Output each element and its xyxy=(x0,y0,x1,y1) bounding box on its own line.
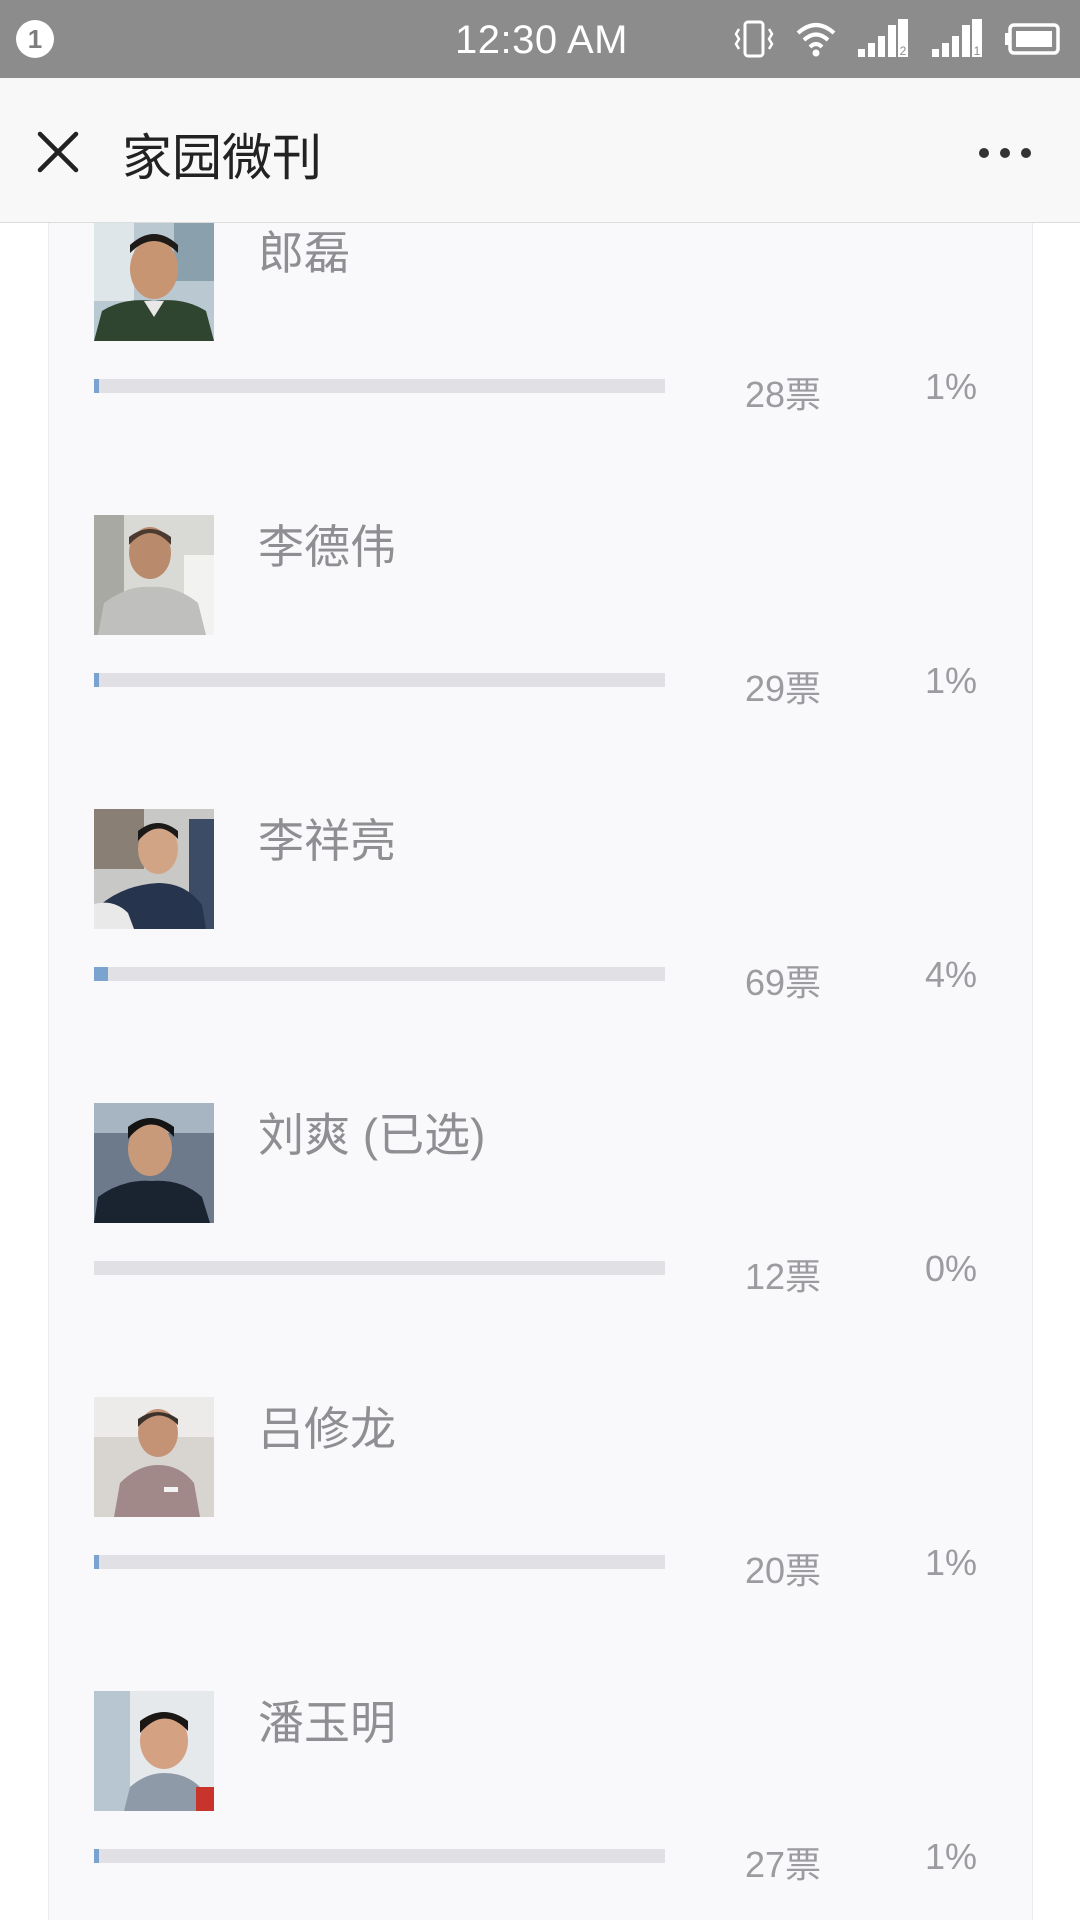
vote-count: 12票 xyxy=(744,1256,821,1297)
vote-count: 27票 xyxy=(744,1844,821,1885)
page-content[interactable]: 郎磊 28票 1% 李德伟 29票 1% 李祥亮 69票 4% 刘爽 (已选) … xyxy=(0,223,1080,1920)
status-bar: 1 12:30 AM 2 1 xyxy=(0,0,1080,78)
vote-percent: 1% xyxy=(924,1542,977,1583)
vote-bar-fill xyxy=(94,673,99,687)
vote-bar-fill xyxy=(94,1849,99,1863)
close-button[interactable] xyxy=(30,124,86,180)
status-icons: 2 1 xyxy=(732,16,1064,62)
avatar xyxy=(94,223,214,341)
close-icon xyxy=(37,131,79,173)
status-clock: 12:30 AM xyxy=(455,18,629,62)
candidate-name: 吕修龙 xyxy=(258,1403,396,1455)
vote-bar xyxy=(94,379,665,393)
vote-percent: 4% xyxy=(924,954,977,995)
vote-percent: 0% xyxy=(924,1248,977,1289)
signal-sim2-icon: 2 xyxy=(856,17,912,61)
candidate-name: 潘玉明 xyxy=(258,1697,396,1749)
candidate-name: 李祥亮 xyxy=(258,815,396,867)
poll-card: 郎磊 28票 1% 李德伟 29票 1% 李祥亮 69票 4% 刘爽 (已选) … xyxy=(48,223,1033,1920)
poll-option[interactable]: 李祥亮 69票 4% xyxy=(49,809,1032,1105)
vote-bar xyxy=(94,1849,665,1863)
avatar xyxy=(94,1103,214,1223)
poll-option[interactable]: 郎磊 28票 1% xyxy=(49,223,1032,517)
svg-text:2: 2 xyxy=(900,44,907,58)
svg-text:1: 1 xyxy=(974,44,981,58)
candidate-name: 李德伟 xyxy=(258,521,396,573)
vote-percent: 1% xyxy=(924,660,977,701)
notification-badge: 1 xyxy=(16,20,54,58)
vote-bar xyxy=(94,673,665,687)
avatar xyxy=(94,809,214,929)
poll-option-selected[interactable]: 刘爽 (已选) 12票 0% xyxy=(49,1103,1032,1399)
vote-count: 29票 xyxy=(744,668,821,709)
vote-percent: 1% xyxy=(924,366,977,407)
page-title: 家园微刊 xyxy=(122,130,322,186)
poll-option[interactable]: 李德伟 29票 1% xyxy=(49,515,1032,811)
vote-bar xyxy=(94,1261,665,1275)
vote-bar xyxy=(94,1555,665,1569)
vote-bar xyxy=(94,967,665,981)
signal-sim1-icon: 1 xyxy=(930,17,986,61)
candidate-name: 刘爽 (已选) xyxy=(258,1109,486,1161)
vote-bar-fill xyxy=(94,379,99,393)
vote-bar-fill xyxy=(94,1555,99,1569)
vibrate-icon xyxy=(732,17,776,61)
more-icon xyxy=(979,148,1031,158)
candidate-name: 郎磊 xyxy=(258,227,350,279)
poll-option[interactable]: 吕修龙 20票 1% xyxy=(49,1397,1032,1693)
vote-count: 69票 xyxy=(744,962,821,1003)
vote-count: 20票 xyxy=(744,1550,821,1591)
poll-option[interactable]: 潘玉明 27票 1% xyxy=(49,1691,1032,1920)
avatar xyxy=(94,1397,214,1517)
title-bar: 家园微刊 xyxy=(0,78,1080,223)
wifi-icon xyxy=(794,17,838,61)
vote-bar-fill xyxy=(94,967,108,981)
more-menu-button[interactable] xyxy=(970,138,1040,168)
vote-percent: 1% xyxy=(924,1836,977,1877)
avatar xyxy=(94,1691,214,1811)
avatar xyxy=(94,515,214,635)
vote-count: 28票 xyxy=(744,374,821,415)
battery-icon xyxy=(1004,17,1064,61)
